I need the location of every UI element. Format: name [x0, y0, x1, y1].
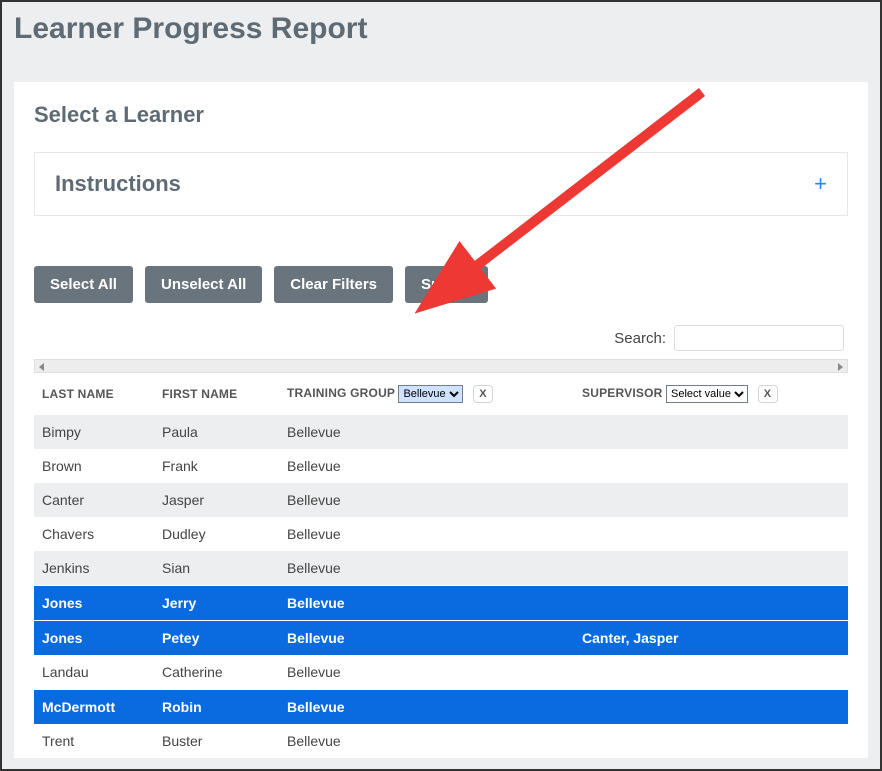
- cell-training-group: Bellevue: [279, 621, 574, 656]
- cell-last-name: Jenkins: [34, 551, 154, 586]
- cell-last-name: McDermott: [34, 690, 154, 725]
- cell-supervisor: [574, 586, 848, 621]
- col-training-group: TRAINING GROUP Bellevue X: [279, 375, 574, 415]
- table-row[interactable]: McDermottRobinBellevue: [34, 690, 848, 725]
- cell-first-name: Paula: [154, 415, 279, 449]
- cell-last-name: Brown: [34, 449, 154, 483]
- cell-first-name: Dudley: [154, 517, 279, 551]
- submit-button[interactable]: Submit: [405, 266, 488, 303]
- cell-first-name: Petey: [154, 621, 279, 656]
- search-label: Search:: [614, 330, 666, 347]
- col-supervisor: SUPERVISOR Select value X: [574, 375, 848, 415]
- table-header-row: LAST NAME FIRST NAME TRAINING GROUP Bell…: [34, 375, 848, 415]
- app-frame: Learner Progress Report Select a Learner…: [0, 0, 882, 771]
- cell-training-group: Bellevue: [279, 724, 574, 758]
- cell-last-name: Trent: [34, 724, 154, 758]
- supervisor-header-text[interactable]: SUPERVISOR: [582, 386, 662, 400]
- cell-last-name: Canter: [34, 483, 154, 517]
- cell-supervisor: [574, 517, 848, 551]
- panel-title: Select a Learner: [34, 102, 848, 128]
- table-row[interactable]: LandauCatherineBellevue: [34, 655, 848, 690]
- table-row[interactable]: JonesJerryBellevue: [34, 586, 848, 621]
- training-group-clear-button[interactable]: X: [473, 385, 493, 403]
- search-input[interactable]: [674, 325, 844, 351]
- cell-training-group: Bellevue: [279, 483, 574, 517]
- cell-first-name: Jerry: [154, 586, 279, 621]
- training-group-header-text[interactable]: TRAINING GROUP: [287, 386, 395, 400]
- cell-last-name: Chavers: [34, 517, 154, 551]
- table-row[interactable]: JenkinsSianBellevue: [34, 551, 848, 586]
- cell-last-name: Bimpy: [34, 415, 154, 449]
- cell-supervisor: [574, 449, 848, 483]
- cell-supervisor: [574, 724, 848, 758]
- cell-last-name: Jones: [34, 621, 154, 656]
- instructions-accordion[interactable]: Instructions +: [34, 152, 848, 216]
- cell-last-name: Landau: [34, 655, 154, 690]
- training-group-filter[interactable]: Bellevue: [398, 385, 463, 403]
- unselect-all-button[interactable]: Unselect All: [145, 266, 262, 303]
- col-first-name[interactable]: FIRST NAME: [154, 375, 279, 415]
- cell-first-name: Jasper: [154, 483, 279, 517]
- table-row[interactable]: BimpyPaulaBellevue: [34, 415, 848, 449]
- clear-filters-button[interactable]: Clear Filters: [274, 266, 393, 303]
- select-all-button[interactable]: Select All: [34, 266, 133, 303]
- table-row[interactable]: BrownFrankBellevue: [34, 449, 848, 483]
- instructions-label: Instructions: [55, 171, 181, 197]
- supervisor-clear-button[interactable]: X: [758, 385, 778, 403]
- select-learner-panel: Select a Learner Instructions + Select A…: [14, 82, 868, 758]
- cell-training-group: Bellevue: [279, 586, 574, 621]
- cell-training-group: Bellevue: [279, 690, 574, 725]
- cell-supervisor: [574, 551, 848, 586]
- horizontal-scrollbar[interactable]: [34, 359, 848, 373]
- table-body: BimpyPaulaBellevueBrownFrankBellevueCant…: [34, 415, 848, 758]
- table-row[interactable]: CanterJasperBellevue: [34, 483, 848, 517]
- col-last-name[interactable]: LAST NAME: [34, 375, 154, 415]
- cell-first-name: Frank: [154, 449, 279, 483]
- cell-first-name: Buster: [154, 724, 279, 758]
- cell-training-group: Bellevue: [279, 517, 574, 551]
- search-row: Search:: [34, 325, 848, 351]
- cell-training-group: Bellevue: [279, 551, 574, 586]
- page-title: Learner Progress Report: [2, 2, 880, 64]
- supervisor-filter[interactable]: Select value: [666, 385, 748, 403]
- action-button-row: Select All Unselect All Clear Filters Su…: [34, 266, 848, 303]
- cell-first-name: Sian: [154, 551, 279, 586]
- learners-table: LAST NAME FIRST NAME TRAINING GROUP Bell…: [34, 375, 848, 758]
- table-row[interactable]: JonesPeteyBellevueCanter, Jasper: [34, 621, 848, 656]
- cell-training-group: Bellevue: [279, 449, 574, 483]
- cell-last-name: Jones: [34, 586, 154, 621]
- cell-supervisor: [574, 655, 848, 690]
- expand-icon[interactable]: +: [814, 173, 827, 195]
- cell-training-group: Bellevue: [279, 415, 574, 449]
- cell-training-group: Bellevue: [279, 655, 574, 690]
- cell-supervisor: Canter, Jasper: [574, 621, 848, 656]
- cell-first-name: Catherine: [154, 655, 279, 690]
- cell-supervisor: [574, 483, 848, 517]
- table-row[interactable]: TrentBusterBellevue: [34, 724, 848, 758]
- cell-first-name: Robin: [154, 690, 279, 725]
- cell-supervisor: [574, 690, 848, 725]
- table-row[interactable]: ChaversDudleyBellevue: [34, 517, 848, 551]
- cell-supervisor: [574, 415, 848, 449]
